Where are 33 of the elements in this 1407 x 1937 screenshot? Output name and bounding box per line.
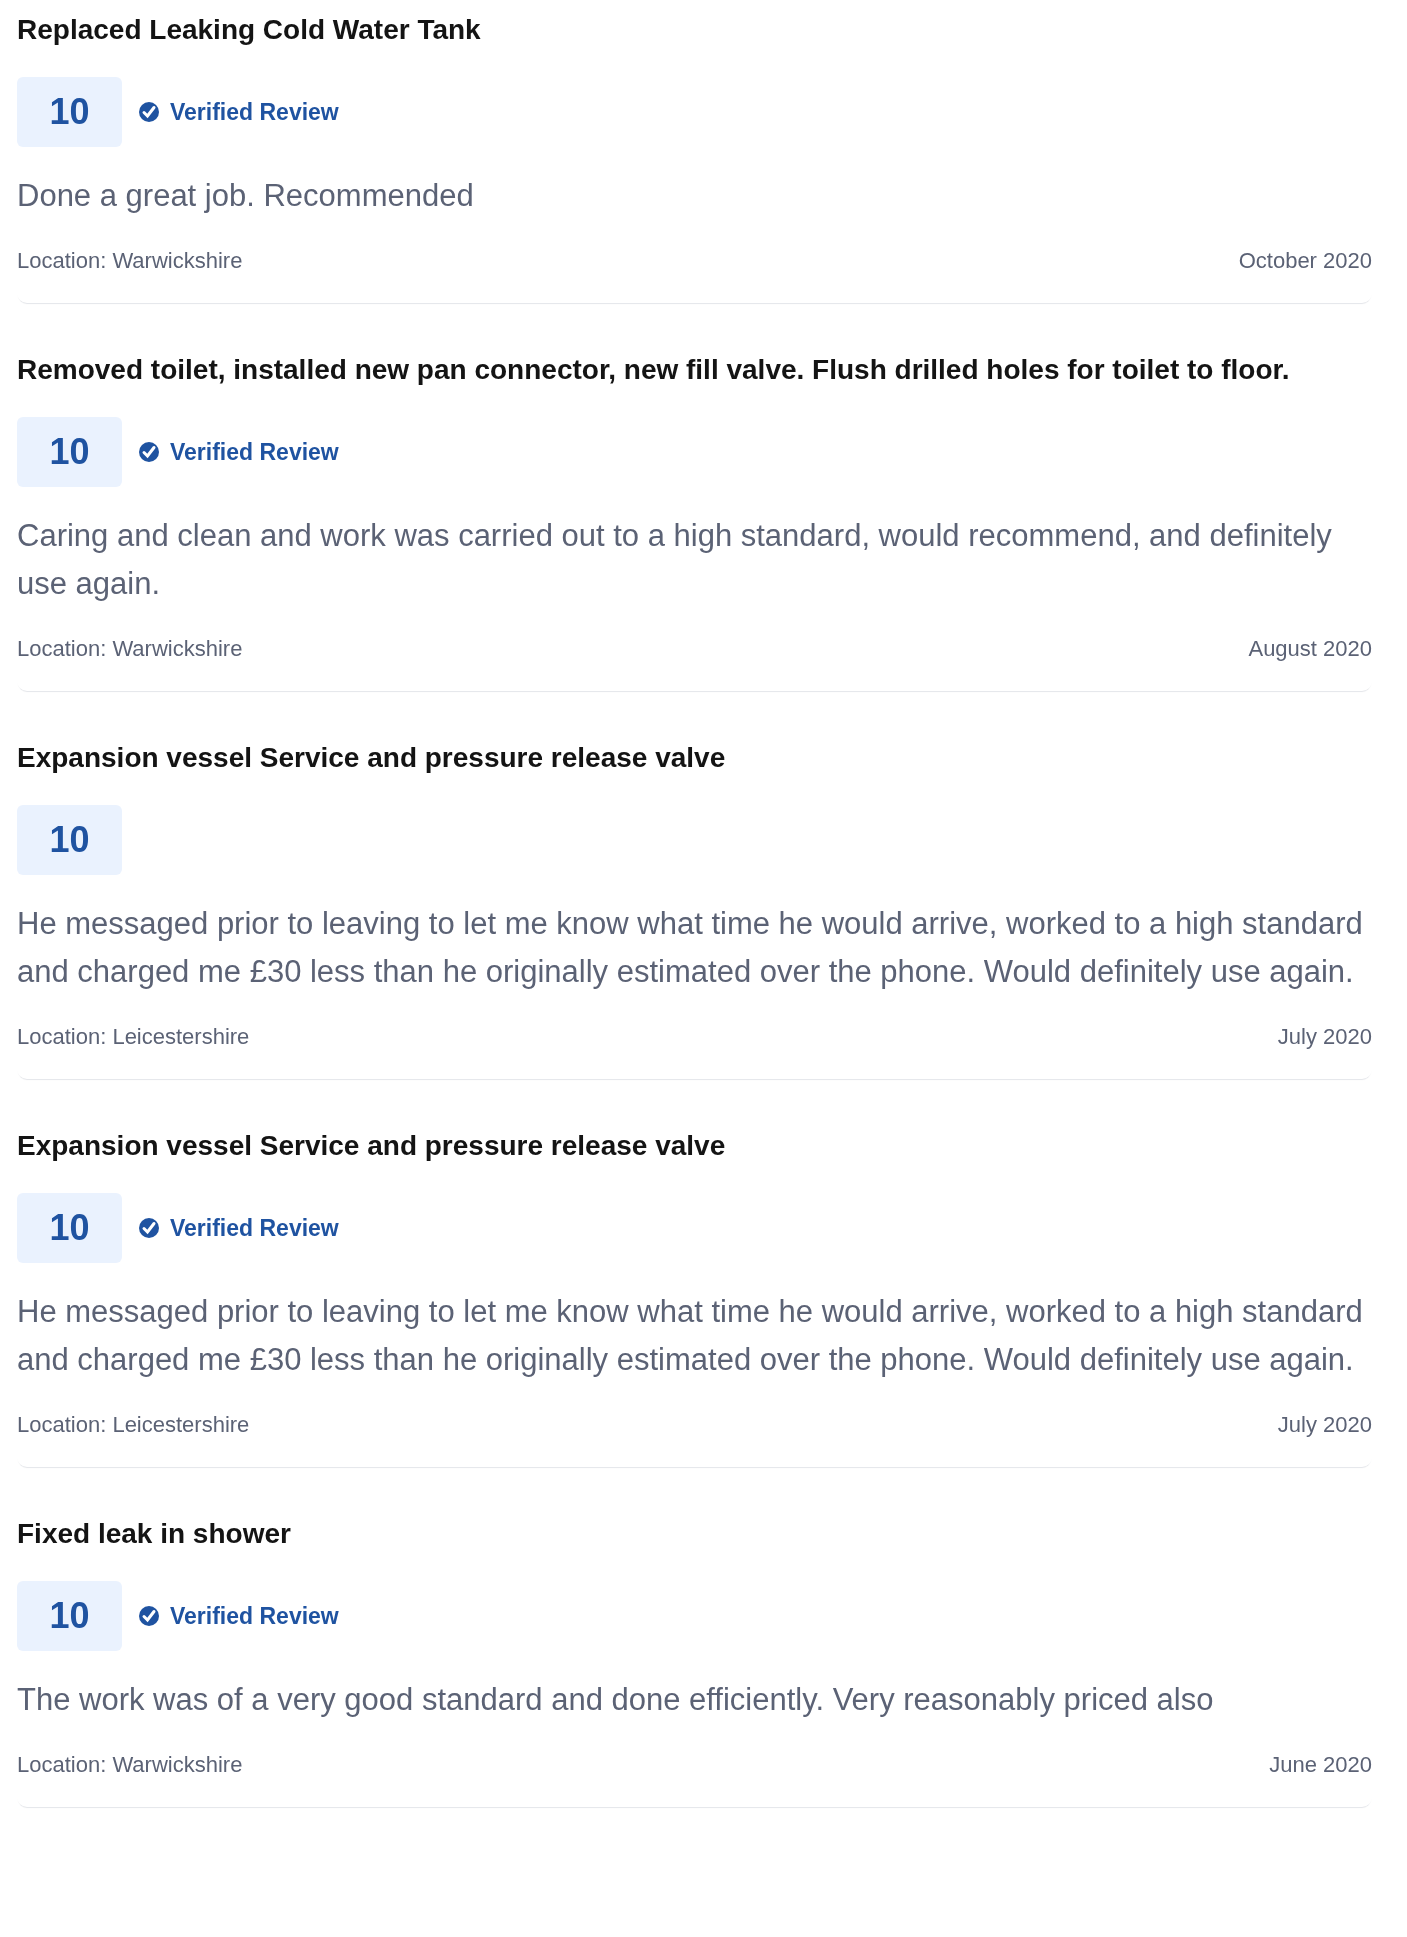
score-badge: 10	[17, 417, 122, 487]
verified-check-icon	[138, 101, 160, 123]
review-date: July 2020	[1277, 1411, 1372, 1439]
review-date: August 2020	[1248, 635, 1372, 663]
review-title: Expansion vessel Service and pressure release valve	[17, 741, 727, 775]
verified-label: Verified Review	[170, 1214, 339, 1242]
location-text: Location: Leicestershire	[17, 1411, 250, 1439]
review-text: Done a great job. Recommended	[17, 177, 475, 215]
verified-label: Verified Review	[170, 1602, 339, 1630]
score-badge: 10	[17, 1193, 122, 1263]
review-title: Replaced Leaking Cold Water Tank	[17, 13, 482, 47]
score-badge: 10	[17, 805, 122, 875]
location-text: Location: Leicestershire	[17, 1023, 250, 1051]
review-title: Fixed leak in shower	[17, 1517, 292, 1551]
location-text: Location: Warwickshire	[17, 635, 243, 663]
review-title: Removed toilet, installed new pan connector, new fill valve. Flush drilled holes for toilet to floor.	[17, 353, 1291, 387]
review-date: July 2020	[1277, 1023, 1372, 1051]
verified-check-icon	[138, 1217, 160, 1239]
verified-label: Verified Review	[170, 98, 339, 126]
verified-label: Verified Review	[170, 438, 339, 466]
verified-check-icon	[138, 1605, 160, 1627]
verified-check-icon	[138, 441, 160, 463]
review-text: He messaged prior to leaving to let me know what time he would arrive, worked to a high standard and charged me £30 less than he originally estimated over the phone. Would definitely use again.	[17, 905, 1364, 991]
review-text: The work was of a very good standard and done efficiently. Very reasonably priced also	[17, 1681, 1215, 1719]
review-text: Caring and clean and work was carried out to a high standard, would recommend, and definitely use again.	[17, 517, 1333, 603]
location-text: Location: Warwickshire	[17, 1751, 243, 1779]
score-badge: 10	[17, 77, 122, 147]
score-badge: 10	[17, 1581, 122, 1651]
review-text: He messaged prior to leaving to let me know what time he would arrive, worked to a high standard and charged me £30 less than he originally estimated over the phone. Would definitely use again.	[17, 1293, 1364, 1379]
review-date: October 2020	[1238, 247, 1372, 275]
location-text: Location: Warwickshire	[17, 247, 243, 275]
review-title: Expansion vessel Service and pressure release valve	[17, 1129, 727, 1163]
review-date: June 2020	[1269, 1751, 1372, 1779]
